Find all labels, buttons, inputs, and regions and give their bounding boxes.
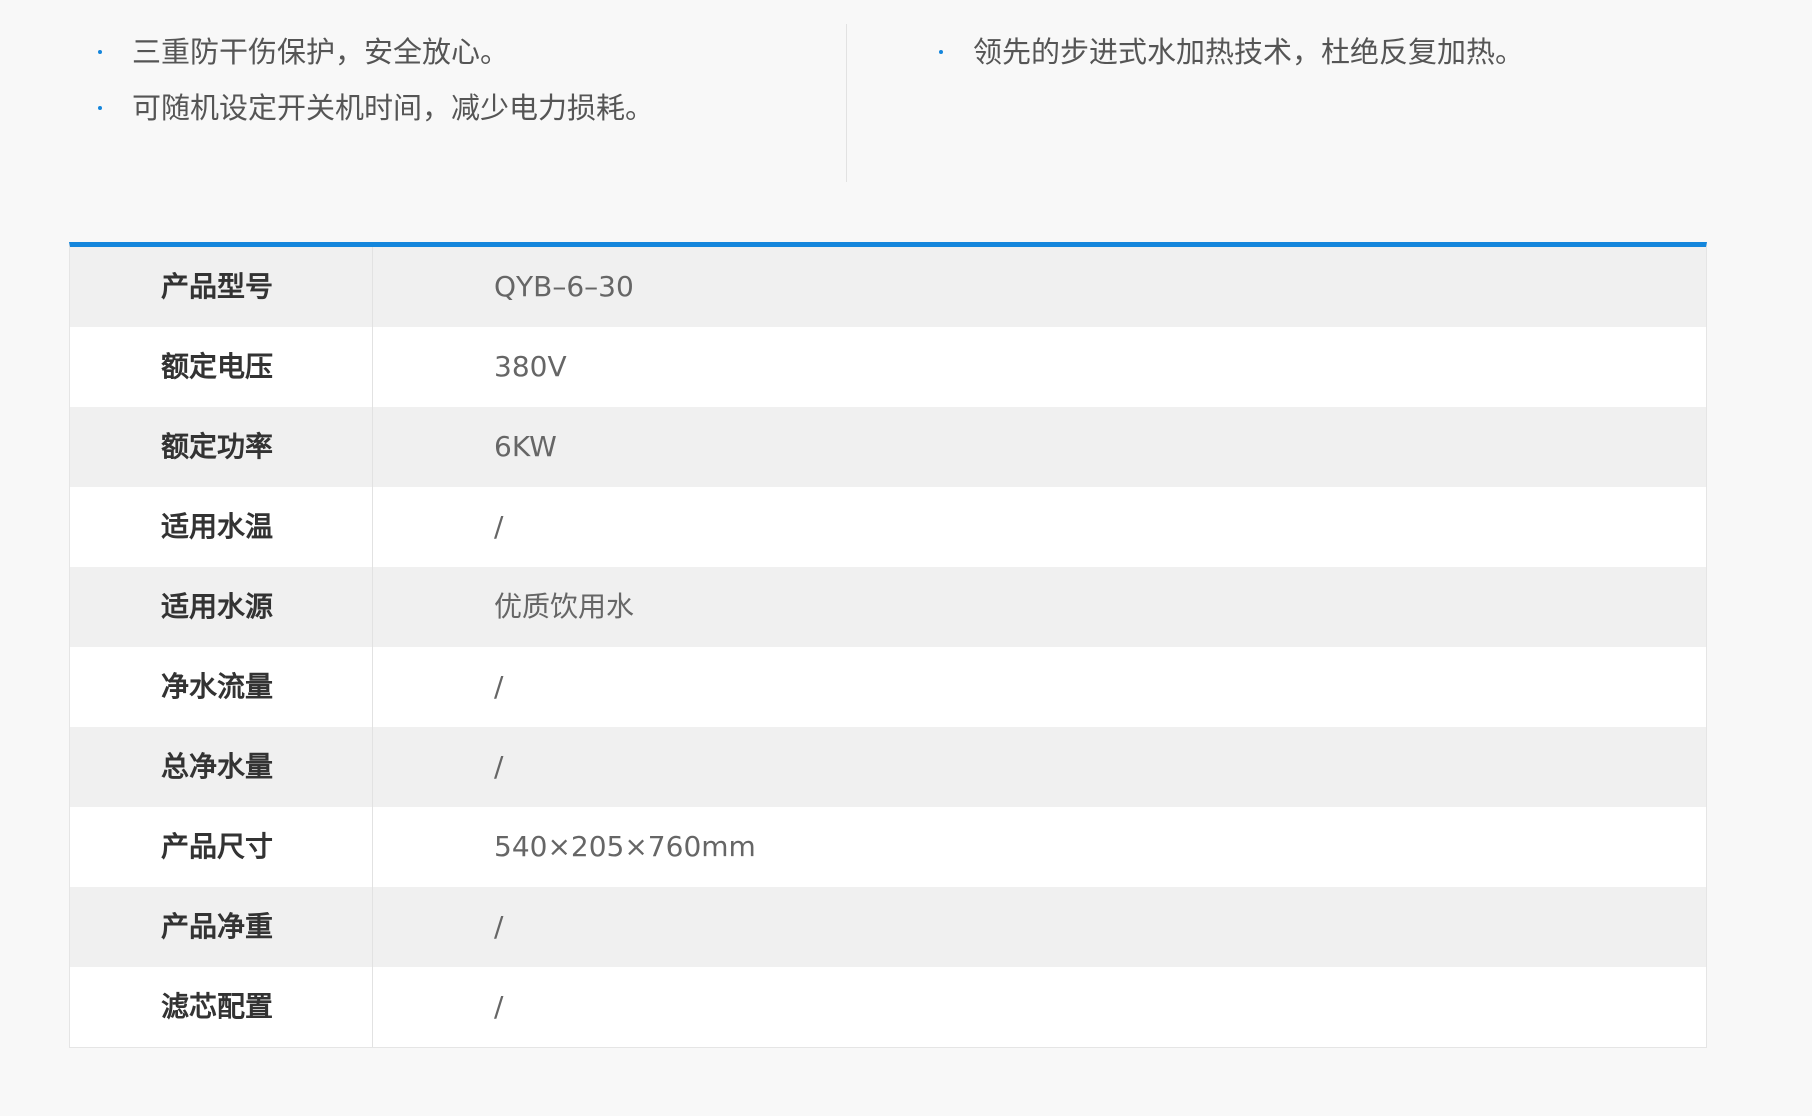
table-row: 滤芯配置 /: [70, 967, 1706, 1047]
spec-value: /: [494, 990, 504, 1023]
feature-column-right: 领先的步进式水加热技术，杜绝反复加热。: [847, 24, 1699, 182]
spec-label: 适用水源: [70, 567, 373, 647]
spec-value: QYB–6–30: [494, 270, 634, 303]
spec-value: 6KW: [494, 430, 557, 463]
table-row: 适用水温 /: [70, 487, 1706, 567]
feature-text: 领先的步进式水加热技术，杜绝反复加热。: [973, 35, 1525, 69]
feature-item: 三重防干伤保护，安全放心。: [90, 24, 846, 80]
feature-list: 三重防干伤保护，安全放心。 可随机设定开关机时间，减少电力损耗。 领先的步进式水…: [90, 24, 1700, 182]
spec-label: 额定功率: [70, 407, 373, 487]
spec-value: /: [494, 670, 504, 703]
table-row: 产品型号 QYB–6–30: [70, 247, 1706, 327]
feature-item: 可随机设定开关机时间，减少电力损耗。: [90, 80, 846, 136]
spec-label: 滤芯配置: [70, 967, 373, 1047]
table-row: 额定电压 380V: [70, 327, 1706, 407]
spec-value: /: [494, 510, 504, 543]
spec-value: 380V: [494, 350, 567, 383]
spec-label: 适用水温: [70, 487, 373, 567]
feature-item: 领先的步进式水加热技术，杜绝反复加热。: [931, 24, 1699, 80]
table-row: 额定功率 6KW: [70, 407, 1706, 487]
spec-label: 产品型号: [70, 247, 373, 327]
spec-label: 净水流量: [70, 647, 373, 727]
spec-label: 总净水量: [70, 727, 373, 807]
spec-label: 产品尺寸: [70, 807, 373, 887]
spec-label: 额定电压: [70, 327, 373, 407]
spec-value: 优质饮用水: [494, 590, 635, 623]
spec-label: 产品净重: [70, 887, 373, 967]
spec-value: /: [494, 910, 504, 943]
feature-text: 可随机设定开关机时间，减少电力损耗。: [132, 91, 655, 125]
spec-table: 产品型号 QYB–6–30 额定电压 380V 额定功率 6KW 适用水温 / …: [69, 242, 1707, 1048]
table-row: 产品尺寸 540×205×760mm: [70, 807, 1706, 887]
bullet-dot-icon: [939, 50, 943, 54]
feature-text: 三重防干伤保护，安全放心。: [132, 35, 510, 69]
spec-value: 540×205×760mm: [494, 830, 756, 863]
feature-column-left: 三重防干伤保护，安全放心。 可随机设定开关机时间，减少电力损耗。: [90, 24, 847, 182]
spec-value: /: [494, 750, 504, 783]
bullet-dot-icon: [98, 106, 102, 110]
table-row: 净水流量 /: [70, 647, 1706, 727]
table-row: 产品净重 /: [70, 887, 1706, 967]
table-row: 适用水源 优质饮用水: [70, 567, 1706, 647]
product-page: 三重防干伤保护，安全放心。 可随机设定开关机时间，减少电力损耗。 领先的步进式水…: [0, 0, 1812, 1116]
bullet-dot-icon: [98, 50, 102, 54]
table-row: 总净水量 /: [70, 727, 1706, 807]
